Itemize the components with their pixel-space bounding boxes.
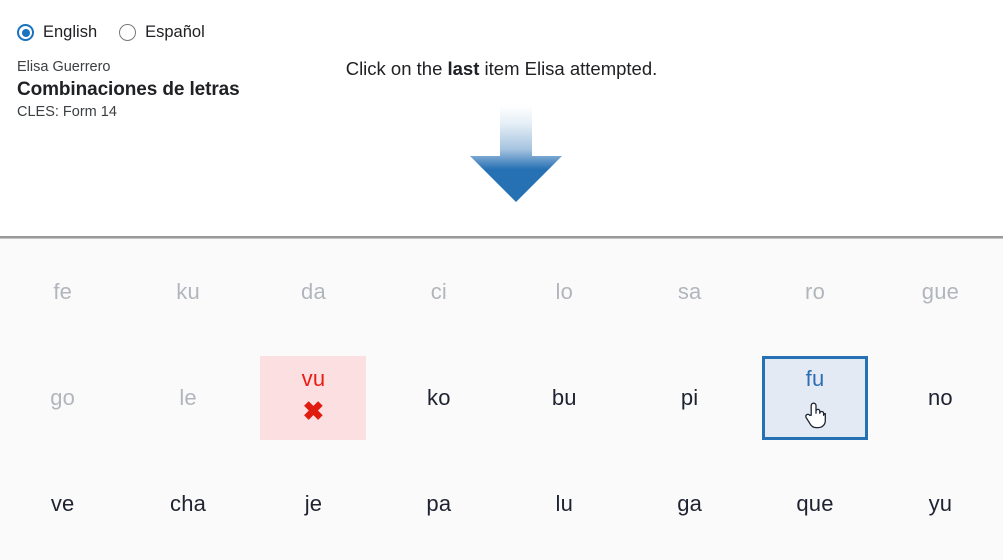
item-grid: fe ku da ci lo sa ro gue go le vu ✖ ko b… bbox=[0, 239, 1003, 557]
grid-cell[interactable]: ci bbox=[376, 239, 501, 345]
item-tile[interactable]: da bbox=[289, 275, 337, 309]
item-tile[interactable]: ro bbox=[791, 275, 839, 309]
form-label: CLES: Form 14 bbox=[17, 104, 117, 120]
assessment-header: English Español Elisa Guerrero Combinaci… bbox=[0, 0, 1003, 247]
language-option-spanish-label: Español bbox=[145, 23, 205, 42]
grid-cell[interactable]: lo bbox=[502, 239, 627, 345]
item-grid-panel: fe ku da ci lo sa ro gue go le vu ✖ ko b… bbox=[0, 239, 1003, 560]
grid-cell[interactable]: cha bbox=[125, 451, 250, 557]
item-tile[interactable]: gue bbox=[914, 275, 967, 309]
incorrect-x-icon: ✖ bbox=[302, 396, 325, 426]
instruction-suffix: item Elisa attempted. bbox=[479, 58, 658, 79]
grid-cell-selected[interactable]: fu bbox=[752, 345, 877, 451]
item-tile[interactable]: je bbox=[289, 487, 337, 521]
grid-cell-incorrect[interactable]: vu ✖ bbox=[251, 345, 376, 451]
item-tile[interactable]: ci bbox=[415, 275, 463, 309]
item-tile[interactable]: que bbox=[788, 487, 841, 521]
item-tile[interactable]: pi bbox=[666, 381, 714, 415]
instruction-emphasis: last bbox=[447, 58, 480, 79]
language-option-english[interactable]: English bbox=[17, 24, 97, 41]
grid-cell[interactable]: ko bbox=[376, 345, 501, 451]
item-tile[interactable]: ve bbox=[39, 487, 87, 521]
item-tile[interactable]: ga bbox=[666, 487, 714, 521]
student-name: Elisa Guerrero bbox=[17, 59, 111, 75]
item-tile[interactable]: sa bbox=[666, 275, 714, 309]
grid-cell[interactable]: no bbox=[878, 345, 1003, 451]
item-tile[interactable]: le bbox=[164, 381, 212, 415]
item-tile[interactable]: ku bbox=[164, 275, 212, 309]
language-option-english-label: English bbox=[43, 23, 98, 42]
grid-cell[interactable]: fe bbox=[0, 239, 125, 345]
item-tile-label: vu bbox=[301, 366, 326, 391]
student-info-block: Elisa Guerrero Combinaciones de letras C… bbox=[17, 58, 240, 122]
grid-cell[interactable]: ro bbox=[752, 239, 877, 345]
item-tile[interactable]: ko bbox=[415, 381, 463, 415]
grid-cell[interactable]: bu bbox=[502, 345, 627, 451]
grid-cell[interactable]: ga bbox=[627, 451, 752, 557]
item-tile[interactable]: go bbox=[39, 381, 87, 415]
grid-cell[interactable]: da bbox=[251, 239, 376, 345]
item-tile[interactable]: fe bbox=[39, 275, 87, 309]
item-tile[interactable]: yu bbox=[916, 487, 964, 521]
grid-cell[interactable]: que bbox=[752, 451, 877, 557]
grid-cell[interactable]: go bbox=[0, 345, 125, 451]
grid-cell[interactable]: ve bbox=[0, 451, 125, 557]
page-title: Combinaciones de letras bbox=[17, 79, 240, 100]
grid-cell[interactable]: je bbox=[251, 451, 376, 557]
language-option-spanish[interactable]: Español bbox=[119, 24, 205, 41]
radio-spanish-icon[interactable] bbox=[119, 24, 137, 41]
language-selector[interactable]: English Español bbox=[17, 24, 205, 41]
instruction-prefix: Click on the bbox=[345, 58, 448, 79]
grid-cell[interactable]: pa bbox=[376, 451, 501, 557]
grid-cell[interactable]: gue bbox=[878, 239, 1003, 345]
grid-cell[interactable]: yu bbox=[878, 451, 1003, 557]
grid-cell[interactable]: le bbox=[125, 345, 250, 451]
item-tile[interactable]: lo bbox=[540, 275, 588, 309]
hand-pointer-cursor-icon bbox=[804, 402, 826, 437]
grid-cell[interactable]: pi bbox=[627, 345, 752, 451]
item-tile-selected[interactable]: fu bbox=[762, 356, 869, 440]
grid-cell[interactable]: ku bbox=[125, 239, 250, 345]
radio-english-icon[interactable] bbox=[17, 24, 34, 41]
down-arrow-icon bbox=[466, 104, 566, 204]
item-tile-incorrect[interactable]: vu ✖ bbox=[260, 356, 367, 440]
item-tile-label: fu bbox=[805, 366, 825, 391]
item-tile[interactable]: lu bbox=[540, 487, 588, 521]
item-tile[interactable]: pa bbox=[415, 487, 463, 521]
item-tile[interactable]: cha bbox=[162, 487, 214, 521]
grid-cell[interactable]: lu bbox=[502, 451, 627, 557]
item-tile[interactable]: no bbox=[916, 381, 964, 415]
item-tile[interactable]: bu bbox=[540, 381, 588, 415]
grid-cell[interactable]: sa bbox=[627, 239, 752, 345]
